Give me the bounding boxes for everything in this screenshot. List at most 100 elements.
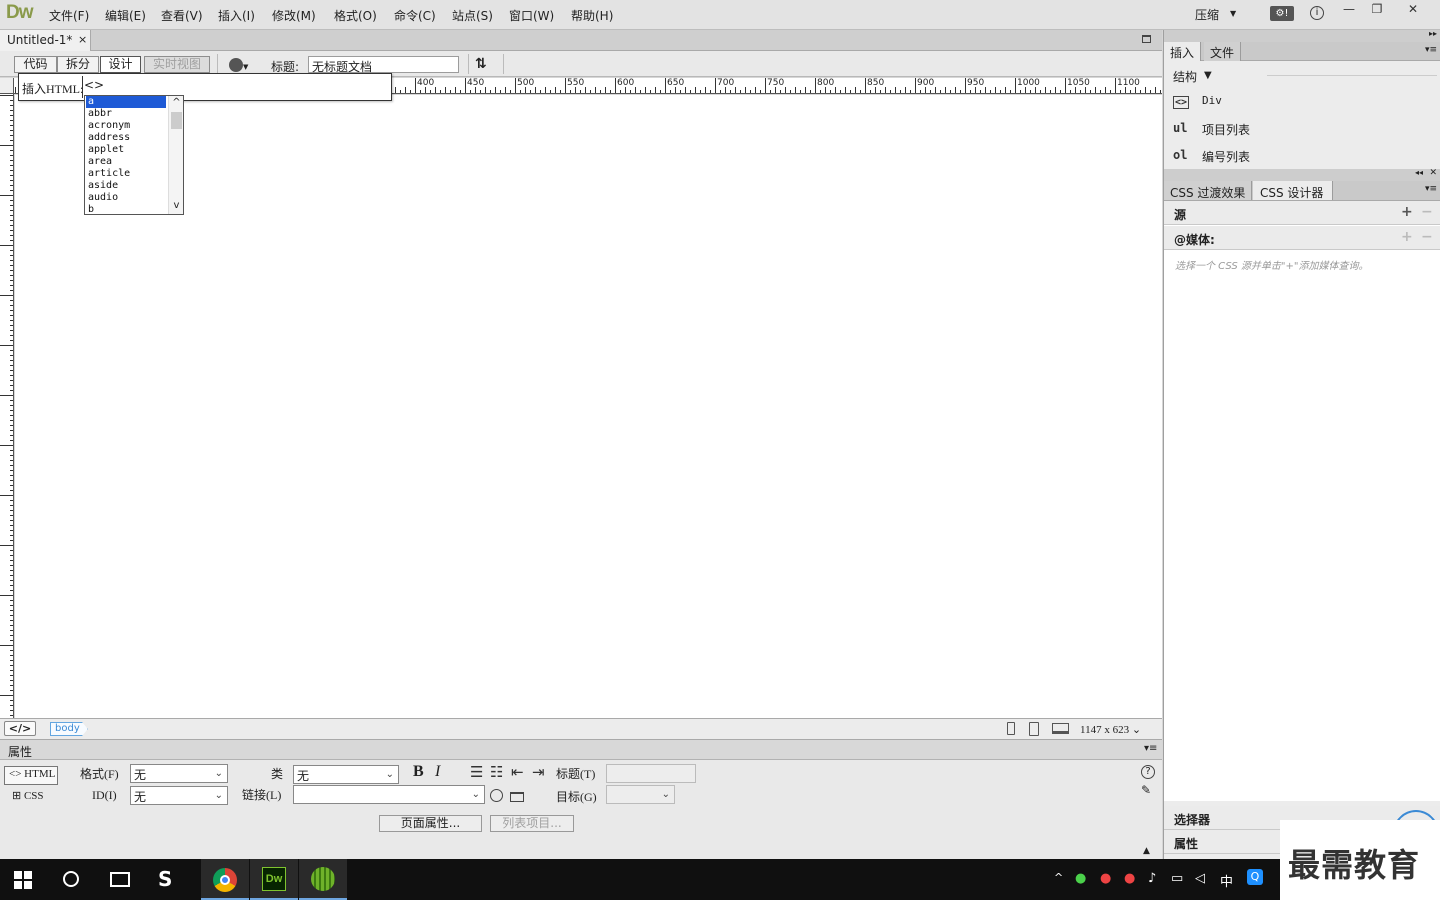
tag-hint-list[interactable]: a abbr acronym address applet area artic… xyxy=(84,95,184,215)
id-select[interactable]: 无 ⌄ xyxy=(130,786,228,805)
tag-hint-item[interactable]: area xyxy=(86,156,166,168)
chevron-down-icon[interactable]: ▼ xyxy=(1204,70,1212,81)
tab-css-designer[interactable]: CSS 设计器 xyxy=(1253,181,1333,200)
tag-selector-body[interactable]: body xyxy=(50,722,88,736)
close-tab-icon[interactable]: × xyxy=(78,33,87,46)
menu-window[interactable]: 窗口(W) xyxy=(509,7,554,24)
menu-commands[interactable]: 命令(C) xyxy=(394,7,436,24)
insert-category-select[interactable]: 结构 xyxy=(1173,68,1197,85)
media-section[interactable]: @媒体: + − xyxy=(1164,226,1440,250)
ruler-origin[interactable] xyxy=(0,78,14,94)
bold-button[interactable]: B xyxy=(413,763,424,781)
tag-hint-item[interactable]: address xyxy=(86,132,166,144)
tag-hint-item[interactable]: abbr xyxy=(86,108,166,120)
html-mode-button[interactable]: <> HTML xyxy=(4,766,58,785)
file-management-icon[interactable]: ⇅ xyxy=(475,56,487,72)
point-to-file-icon[interactable] xyxy=(490,789,503,802)
code-view-button[interactable]: 代码 xyxy=(14,56,57,73)
menu-format[interactable]: 格式(O) xyxy=(334,7,377,24)
tray-overflow-icon[interactable]: ^ xyxy=(1054,871,1063,884)
code-navigator-button[interactable]: </> xyxy=(4,721,36,736)
chevron-down-icon[interactable]: ▼ xyxy=(243,63,248,71)
menu-file[interactable]: 文件(F) xyxy=(49,7,89,24)
tag-hint-item[interactable]: acronym xyxy=(86,120,166,132)
window-size-readout[interactable]: 1147 x 623 ⌄ xyxy=(1080,723,1141,736)
scroll-down-icon[interactable]: v xyxy=(169,200,184,211)
wechat-icon[interactable]: ● xyxy=(1075,871,1086,886)
insert-ol-item[interactable]: ol 编号列表 xyxy=(1164,143,1440,167)
live-view-button[interactable]: 实时视图 xyxy=(144,56,210,73)
quick-tag-editor-icon[interactable]: ✎ xyxy=(1141,783,1151,797)
heading-input[interactable] xyxy=(606,764,696,783)
class-select[interactable]: 无 ⌄ xyxy=(293,765,399,784)
menu-edit[interactable]: 编辑(E) xyxy=(105,7,146,24)
panel-menu-icon[interactable]: ▾≡ xyxy=(1425,184,1437,194)
tab-css-transitions[interactable]: CSS 过渡效果 xyxy=(1164,181,1253,200)
close-window-icon[interactable]: ✕ xyxy=(1402,2,1424,18)
chevron-down-icon[interactable]: ⌄ xyxy=(1132,724,1141,736)
design-canvas[interactable] xyxy=(15,95,1162,718)
app-pinwheel-icon[interactable]: S xyxy=(158,867,172,891)
collapse-dock-icon[interactable]: ▸▸ xyxy=(1429,29,1437,38)
tag-hint-item[interactable]: audio xyxy=(86,192,166,204)
sources-section[interactable]: 源 + − xyxy=(1164,201,1440,225)
page-title-input[interactable]: 无标题文档 xyxy=(308,56,459,74)
panel-menu-icon[interactable]: ▾≡ xyxy=(1425,45,1437,55)
dreamweaver-icon[interactable]: Dw xyxy=(262,867,286,891)
menu-help[interactable]: 帮助(H) xyxy=(571,7,613,24)
task-view-icon[interactable] xyxy=(110,872,130,887)
design-view-button[interactable]: 设计 xyxy=(100,56,141,73)
qq-icon-2[interactable]: ● xyxy=(1124,871,1135,886)
tag-hint-item[interactable]: article xyxy=(86,168,166,180)
ordered-list-icon[interactable]: ☷ xyxy=(490,763,503,781)
remove-media-icon[interactable]: − xyxy=(1421,229,1433,245)
list-item-button[interactable]: 列表项目... xyxy=(490,815,574,832)
info-icon[interactable]: i xyxy=(1310,6,1324,20)
minimize-icon[interactable]: — xyxy=(1338,2,1360,18)
link-input[interactable]: ⌄ xyxy=(293,785,485,804)
add-source-icon[interactable]: + xyxy=(1401,204,1413,220)
css-mode-button[interactable]: ⊞ CSS xyxy=(12,789,44,802)
tag-list-scrollbar[interactable]: ^ v xyxy=(168,96,183,214)
tag-hint-item[interactable]: a xyxy=(86,96,166,108)
close-panel-icon[interactable]: ✕ xyxy=(1429,168,1437,178)
volume-icon[interactable]: ◁ xyxy=(1195,871,1205,886)
restore-document-icon[interactable] xyxy=(1142,35,1151,43)
tag-hint-item[interactable]: b xyxy=(86,204,166,214)
menu-modify[interactable]: 修改(M) xyxy=(272,7,316,24)
melon-app-icon[interactable] xyxy=(311,867,335,891)
italic-button[interactable]: I xyxy=(435,763,440,781)
panel-menu-icon[interactable]: ▾≡ xyxy=(1144,743,1157,754)
target-select[interactable]: ⌄ xyxy=(606,785,675,804)
outdent-icon[interactable]: ⇤ xyxy=(511,763,524,781)
input-method-indicator[interactable]: 中 xyxy=(1220,871,1233,890)
page-properties-button[interactable]: 页面属性... xyxy=(379,815,482,832)
mobile-size-icon[interactable] xyxy=(1007,722,1015,735)
network-icon[interactable]: ▭ xyxy=(1171,871,1183,886)
tab-insert[interactable]: 插入 xyxy=(1164,42,1202,61)
scroll-thumb[interactable] xyxy=(171,112,182,129)
collapse-panel-icon[interactable]: ▲ xyxy=(1143,846,1150,856)
notification-bell-icon[interactable]: ♪ xyxy=(1148,871,1156,886)
tag-hint-item[interactable]: applet xyxy=(86,144,166,156)
collapse-icon[interactable]: ◂◂ xyxy=(1415,168,1423,177)
preview-globe-icon[interactable] xyxy=(229,58,243,72)
tab-files[interactable]: 文件 xyxy=(1204,42,1242,61)
indent-icon[interactable]: ⇥ xyxy=(532,763,545,781)
qq-browser-icon[interactable]: Q xyxy=(1247,869,1263,885)
browse-folder-icon[interactable] xyxy=(510,792,524,802)
help-icon[interactable]: ? xyxy=(1141,765,1155,779)
chevron-down-icon[interactable]: ▼ xyxy=(1230,9,1236,18)
tablet-size-icon[interactable] xyxy=(1029,722,1039,736)
split-view-button[interactable]: 拆分 xyxy=(57,56,99,73)
add-media-icon[interactable]: + xyxy=(1401,229,1413,245)
remove-source-icon[interactable]: − xyxy=(1421,204,1433,220)
scroll-up-icon[interactable]: ^ xyxy=(169,97,184,108)
desktop-size-icon[interactable] xyxy=(1052,723,1069,734)
insert-html-input[interactable]: <> xyxy=(84,78,104,92)
sync-settings-icon[interactable]: ⚙! xyxy=(1270,6,1294,21)
unordered-list-icon[interactable]: ☰ xyxy=(470,763,483,781)
workspace-switcher[interactable]: 压缩 xyxy=(1195,6,1219,23)
format-select[interactable]: 无 ⌄ xyxy=(130,764,228,783)
qq-icon[interactable]: ● xyxy=(1100,871,1111,886)
